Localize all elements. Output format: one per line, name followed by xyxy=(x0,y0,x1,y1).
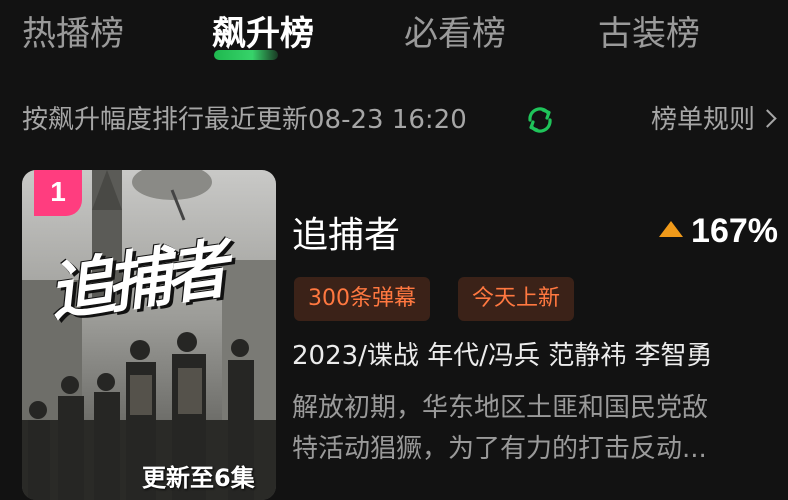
active-tab-indicator xyxy=(214,50,278,60)
trend-percentage: 167% xyxy=(691,212,778,250)
ranking-info-bar: 按飙升幅度排行最近更新08-23 16:20 榜单规则 xyxy=(0,92,788,148)
ranking-rules-label: 榜单规则 xyxy=(650,105,755,135)
tab-must-watch[interactable]: 必看榜 xyxy=(404,10,506,58)
chevron-right-icon xyxy=(758,109,777,128)
show-title[interactable]: 追捕者 xyxy=(292,210,400,262)
trend-indicator: 167% xyxy=(659,212,778,260)
ranking-rules-link[interactable]: 榜单规则 xyxy=(650,102,777,138)
triangle-up-icon xyxy=(659,220,684,237)
refresh-icon[interactable] xyxy=(524,104,556,136)
tab-costume[interactable]: 古装榜 xyxy=(598,10,700,58)
danmaku-count-tag: 300条弹幕 xyxy=(294,277,430,321)
tab-hot[interactable]: 热播榜 xyxy=(22,10,124,58)
show-meta: 2023/谍战 年代/冯兵 范静祎 李智勇 xyxy=(292,341,713,371)
show-poster-image xyxy=(22,170,276,500)
show-description: 解放初期，华东地区土匪和国民党敌 特活动猖獗，为了有力的打击反动... xyxy=(292,388,772,470)
description-line: 解放初期，华东地区土匪和国民党敌 xyxy=(292,393,709,423)
chart-tabs: 热播榜 飙升榜 必看榜 古装榜 xyxy=(0,0,788,70)
show-poster-card[interactable]: 1 追捕者 更新至6集 xyxy=(22,170,276,500)
poster-episode-update: 更新至6集 xyxy=(142,464,255,492)
ranking-description: 按飙升幅度排行最近更新08-23 16:20 xyxy=(22,105,467,135)
new-today-tag: 今天上新 xyxy=(458,277,575,321)
description-line: 特活动猖獗，为了有力的打击反动... xyxy=(292,434,707,464)
rank-badge: 1 xyxy=(34,170,82,216)
